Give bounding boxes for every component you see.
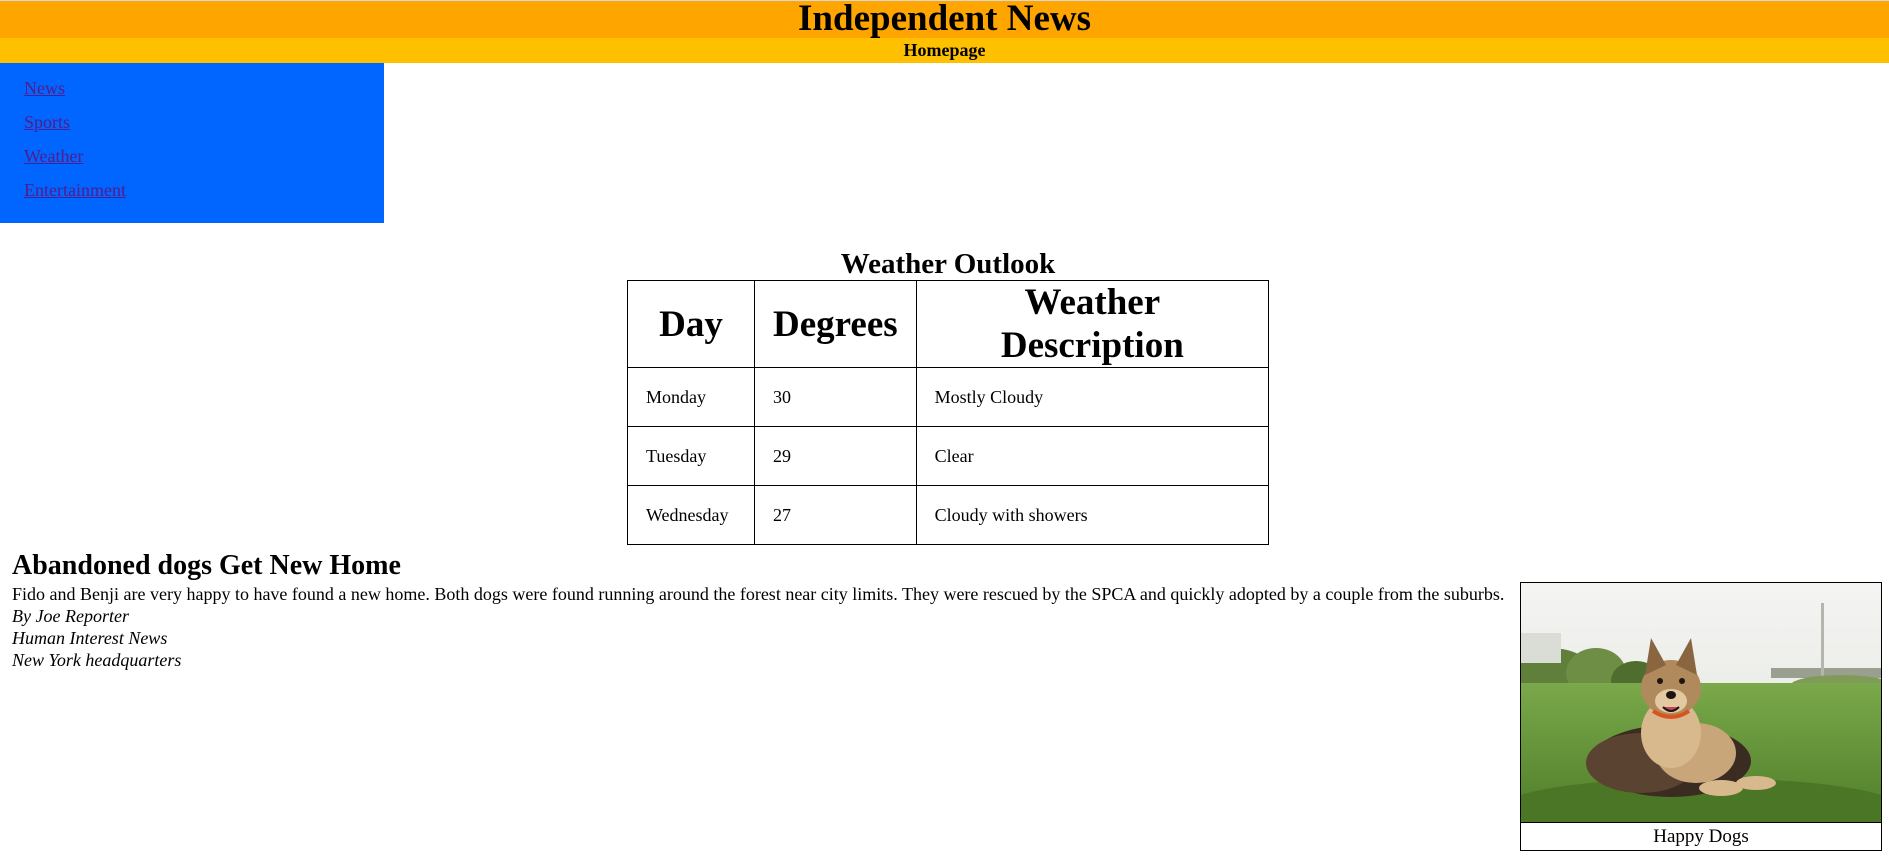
degrees-cell: 30 [754, 367, 917, 427]
article-location: New York headquarters [12, 650, 182, 670]
column-header-description: Weather Description [915, 280, 1270, 368]
sidebar-nav: News Sports Weather Entertainment [0, 63, 384, 223]
sidebar-link-news[interactable]: News [24, 78, 65, 98]
day-cell: Wednesday [627, 485, 755, 545]
day-cell: Monday [627, 367, 755, 427]
table-row: Tuesday 29 Clear [627, 426, 1270, 486]
article-byline: By Joe Reporter [12, 606, 129, 626]
description-cell: Clear [915, 426, 1270, 486]
degrees-cell: 27 [754, 485, 917, 545]
weather-header-row: Day Degrees Weather Description [627, 280, 1270, 368]
sidebar-item-news: News [24, 76, 384, 110]
table-row: Monday 30 Mostly Cloudy [627, 367, 1270, 427]
weather-table: Day Degrees Weather Description Monday 3… [627, 280, 1270, 545]
sidebar-item-weather: Weather [24, 144, 384, 178]
sidebar-item-entertainment: Entertainment [24, 178, 384, 212]
column-header-degrees: Degrees [754, 280, 917, 368]
article-title: Abandoned dogs Get New Home [12, 550, 401, 581]
sidebar-link-weather[interactable]: Weather [24, 146, 84, 166]
sidebar-list: News Sports Weather Entertainment [0, 63, 384, 212]
dog-photo [1521, 583, 1881, 823]
sidebar-item-sports: Sports [24, 110, 384, 144]
article-figure: Happy Dogs [1520, 582, 1882, 851]
weather-section: Weather Outlook Day Degrees Weather Desc… [627, 248, 1270, 545]
degrees-cell: 29 [754, 426, 917, 486]
weather-title: Weather Outlook [840, 248, 1056, 280]
description-cell: Mostly Cloudy [915, 367, 1270, 427]
site-title: Independent News [798, 0, 1091, 39]
article-section: Human Interest News [12, 628, 168, 648]
description-cell: Cloudy with showers [915, 485, 1270, 545]
news-article: Abandoned dogs Get New Home Fido and Ben… [12, 549, 1512, 671]
figure-caption: Happy Dogs [1653, 826, 1749, 847]
dog-photo-image [1521, 583, 1881, 822]
column-header-day: Day [627, 280, 755, 368]
sidebar-link-entertainment[interactable]: Entertainment [24, 180, 126, 200]
page: Independent News Homepage News Sports We… [0, 0, 1889, 865]
day-cell: Tuesday [627, 426, 755, 486]
page-subtitle: Homepage [903, 40, 986, 60]
site-header: Independent News [0, 0, 1889, 38]
article-body: Fido and Benji are very happy to have fo… [12, 584, 1505, 604]
table-row: Wednesday 27 Cloudy with showers [627, 485, 1270, 545]
sidebar-link-sports[interactable]: Sports [24, 112, 70, 132]
subheader: Homepage [0, 38, 1889, 63]
